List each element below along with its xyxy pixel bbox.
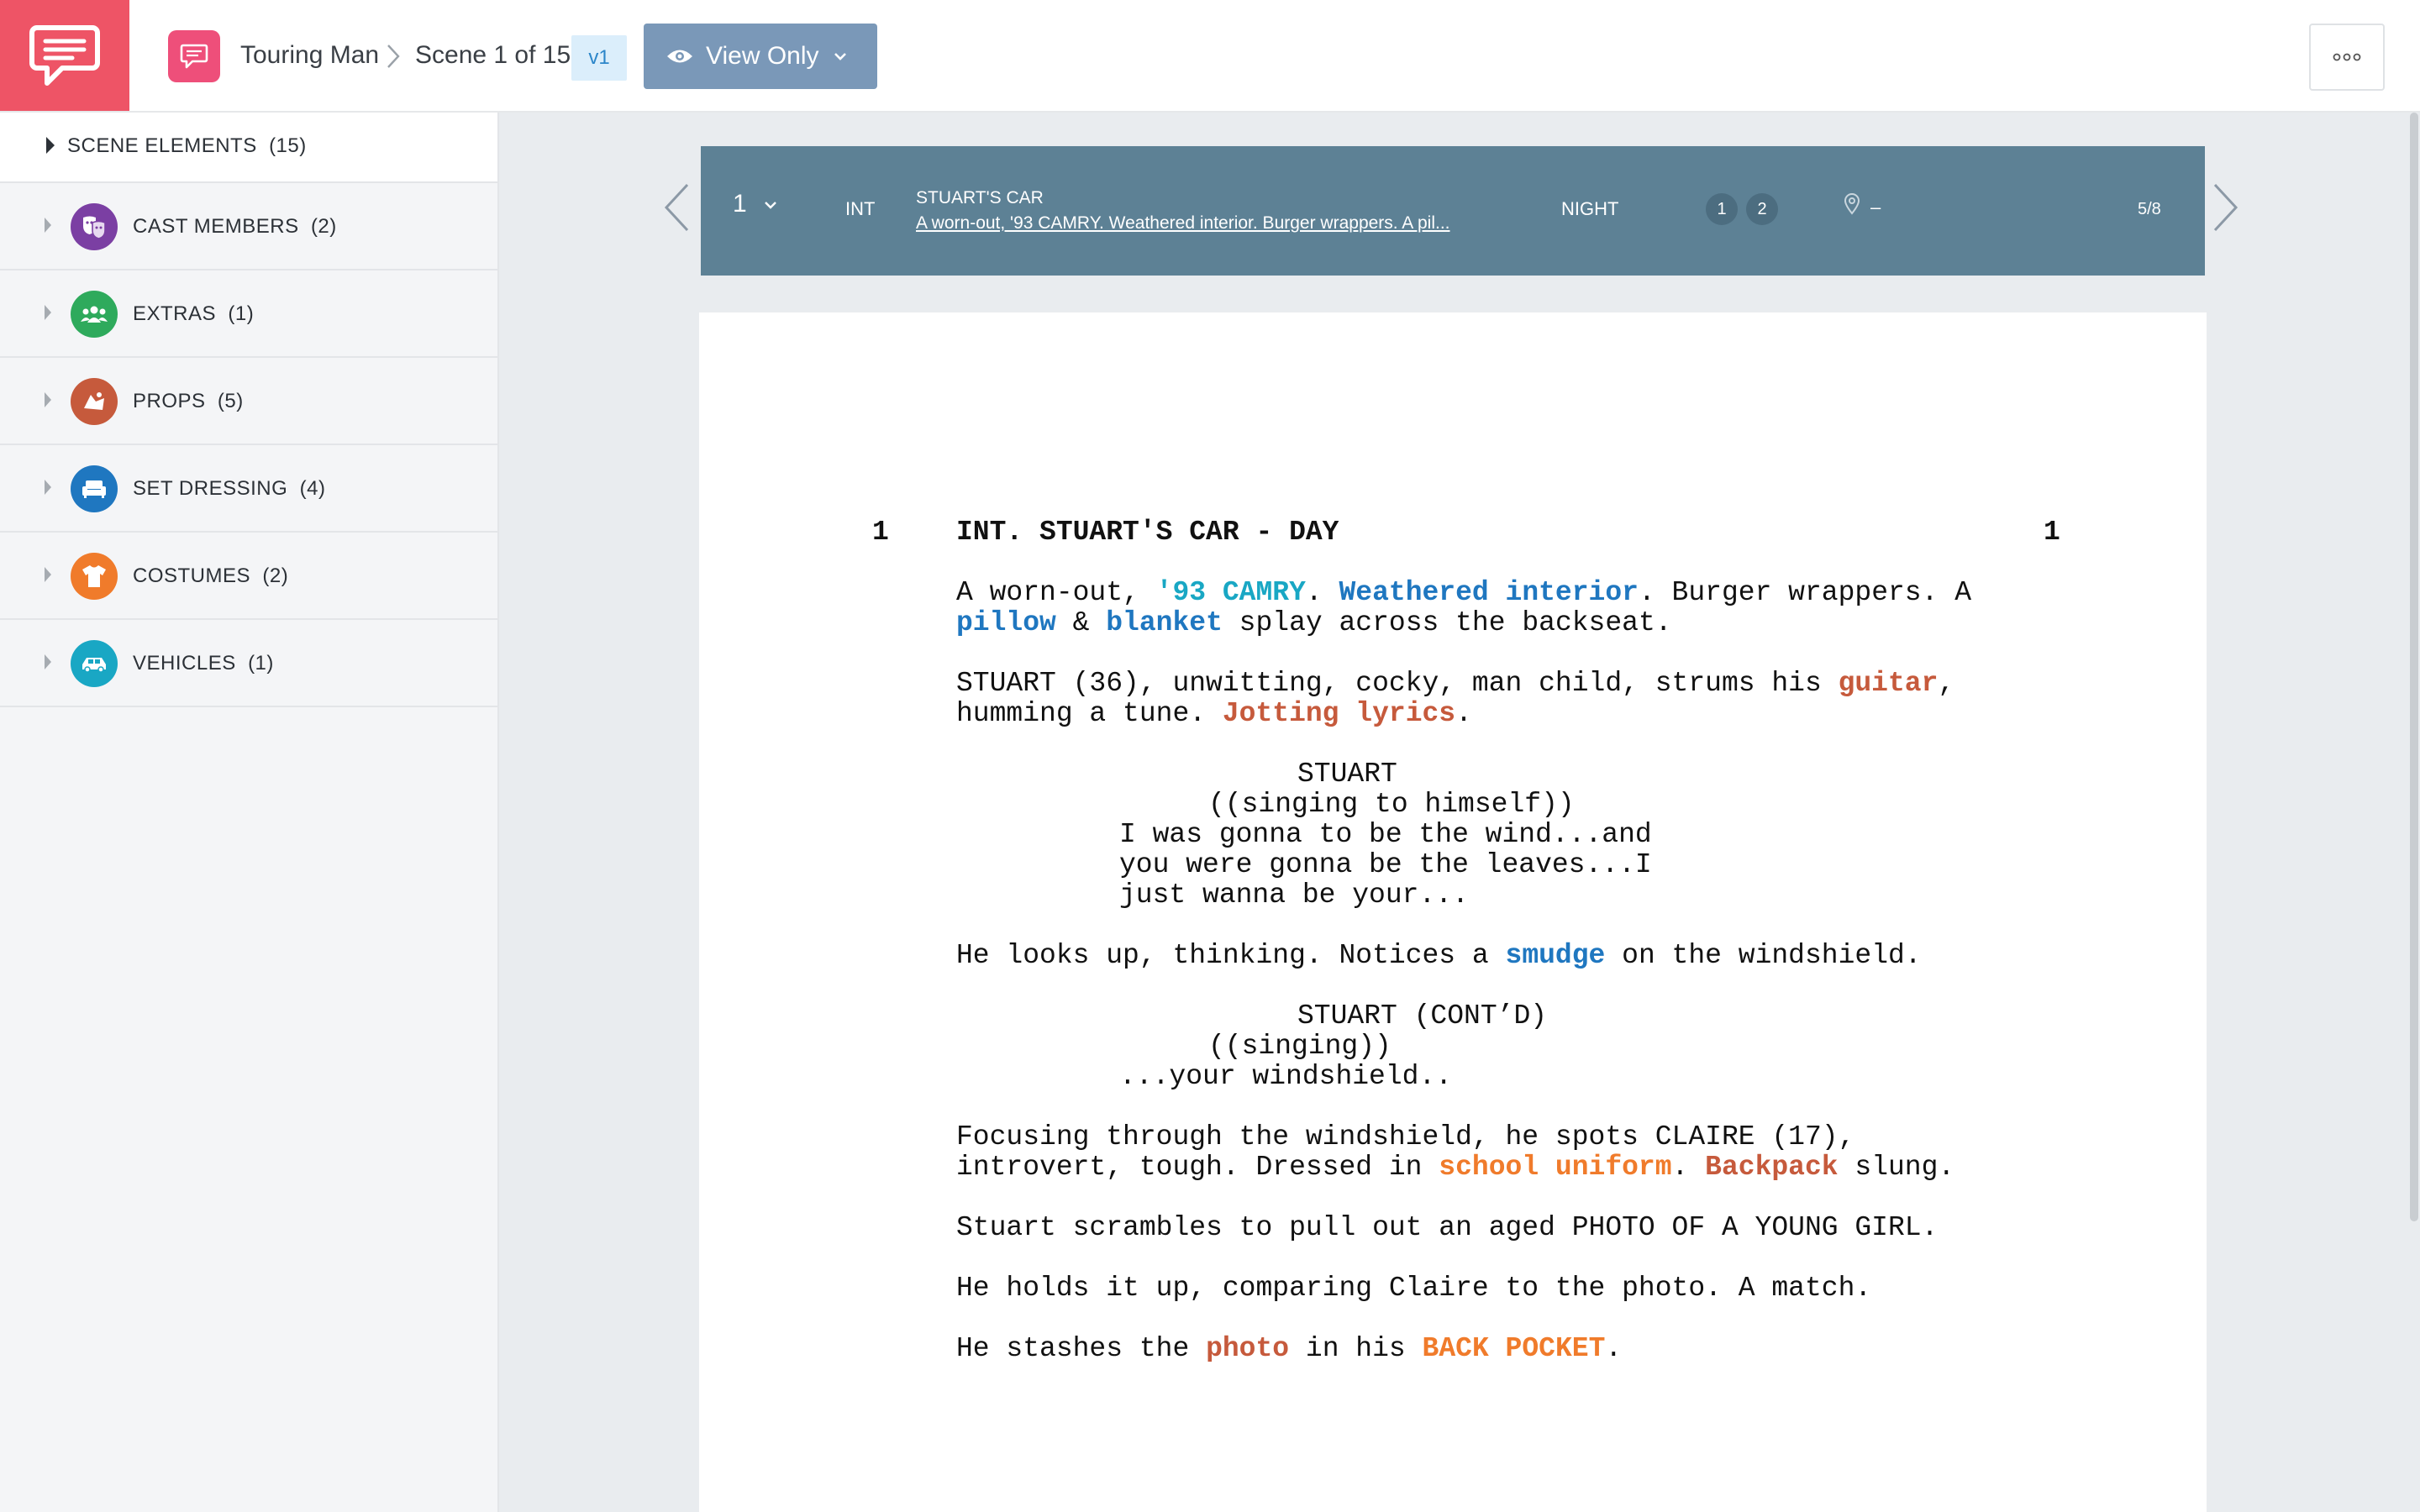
action-line: introvert, tough. Dressed in school unif… [956, 1152, 1955, 1183]
breadcrumb-scene[interactable]: Scene 1 of 15 [415, 39, 571, 72]
action-line: Stuart scrambles to pull out an aged PHO… [956, 1212, 1939, 1243]
category-label: PROPS (5) [133, 390, 244, 412]
time-of-day: NIGHT [1561, 198, 1619, 219]
category-props[interactable]: PROPS (5) [0, 358, 497, 445]
caret-right-icon [45, 392, 51, 407]
vehicle-element[interactable]: '93 CAMRY [1156, 577, 1306, 608]
action-line: He looks up, thinking. Notices a smudge … [956, 940, 1922, 971]
category-label: VEHICLES (1) [133, 652, 274, 675]
prop-element[interactable]: Backpack [1705, 1152, 1838, 1183]
scene-elements-sidebar: SCENE ELEMENTS (15) CAST MEMBERS (2) EXT… [0, 113, 499, 1512]
chat-bubble-icon [180, 44, 208, 69]
chevron-down-icon [834, 53, 846, 60]
category-label: COSTUMES (2) [133, 564, 289, 587]
dialogue-line: I was gonna to be the wind...and [1119, 819, 1652, 850]
scene-elements-header[interactable]: SCENE ELEMENTS (15) [0, 113, 497, 183]
category-label: CAST MEMBERS (2) [133, 215, 337, 238]
action-line: A worn-out, '93 CAMRY. Weathered interio… [956, 577, 1972, 608]
sofa-icon [71, 465, 118, 512]
prop-element[interactable]: Jotting lyrics [1223, 698, 1455, 729]
breadcrumb-chevron-icon [387, 45, 400, 68]
scene-number[interactable]: 1 [733, 190, 747, 218]
action-line: pillow & blanket splay across the backse… [956, 607, 1672, 638]
car-icon [71, 640, 118, 687]
action-line: He stashes the photo in his BACK POCKET. [956, 1333, 1623, 1364]
set-dressing-element[interactable]: blanket [1106, 607, 1223, 638]
project-icon[interactable] [168, 30, 220, 82]
dialogue-line: just wanna be your... [1119, 879, 1469, 911]
scene-elements-title: SCENE ELEMENTS (15) [67, 134, 307, 157]
version-badge[interactable]: v1 [571, 35, 627, 81]
vertical-scrollbar[interactable] [2410, 113, 2418, 1221]
chat-bubble-logo-icon [29, 25, 100, 86]
dialogue-line: ...your windshield.. [1119, 1061, 1453, 1092]
more-options-button[interactable] [2309, 24, 2385, 91]
category-label: SET DRESSING (4) [133, 477, 326, 500]
script-page: 1 INT. STUART'S CAR - DAY 1 A worn-out, … [699, 312, 2207, 1512]
scene-number-right: 1 [2044, 517, 2060, 548]
set-dressing-element[interactable]: pillow [956, 607, 1056, 638]
costume-element[interactable]: BACK POCKET [1423, 1333, 1606, 1364]
set-dressing-element[interactable]: smudge [1506, 940, 1606, 971]
people-group-icon [71, 291, 118, 338]
category-label: EXTRAS (1) [133, 302, 255, 325]
character-cue: STUART [1297, 759, 1397, 790]
props-icon [71, 378, 118, 425]
caret-right-icon [45, 480, 51, 495]
cast-id-badge: 2 [1746, 193, 1778, 225]
set-dressing-element[interactable]: Weathered interior [1339, 577, 1638, 608]
theater-masks-icon [71, 203, 118, 250]
caret-right-icon [45, 567, 51, 582]
more-dots-icon [2333, 53, 2361, 61]
category-costumes[interactable]: COSTUMES (2) [0, 533, 497, 620]
chevron-down-icon[interactable] [763, 200, 778, 210]
page-length: 5/8 [2138, 200, 2161, 218]
location-value: – [1870, 197, 1881, 218]
view-mode-dropdown[interactable]: View Only [644, 24, 877, 89]
scene-strip[interactable]: 1 INT STUART'S CAR A worn-out, '93 CAMRY… [701, 146, 2205, 276]
parenthetical: ((singing to himself)) [1208, 789, 1575, 820]
dialogue-line: you were gonna be the leaves...I [1119, 849, 1652, 880]
view-mode-label: View Only [706, 42, 819, 70]
breadcrumb-project[interactable]: Touring Man [240, 39, 379, 72]
category-extras[interactable]: EXTRAS (1) [0, 270, 497, 358]
scene-description-link[interactable]: A worn-out, '93 CAMRY. Weathered interio… [916, 213, 1538, 234]
parenthetical: ((singing)) [1208, 1031, 1392, 1062]
top-bar: Touring Man Scene 1 of 15 v1 View Only [0, 0, 2420, 113]
prop-element[interactable]: guitar [1839, 668, 1939, 699]
category-vehicles[interactable]: VEHICLES (1) [0, 620, 497, 707]
action-line: Focusing through the windshield, he spot… [956, 1121, 1855, 1152]
costume-element[interactable]: school uniform [1439, 1152, 1671, 1183]
prop-element[interactable]: photo [1206, 1333, 1289, 1364]
caret-right-icon [45, 218, 51, 233]
category-set-dressing[interactable]: SET DRESSING (4) [0, 445, 497, 533]
caret-right-icon [45, 654, 51, 669]
scene-number-left: 1 [872, 517, 889, 548]
action-line: STUART (36), unwitting, cocky, man child… [956, 668, 1955, 699]
shirt-icon [71, 553, 118, 600]
app-logo[interactable] [0, 0, 129, 111]
scene-heading: INT. STUART'S CAR - DAY [956, 517, 1339, 548]
caret-right-icon [46, 137, 55, 154]
next-scene-arrow-icon[interactable] [2212, 181, 2240, 234]
int-ext-label: INT [845, 198, 876, 219]
cast-id-badge: 1 [1706, 193, 1738, 225]
eye-icon [667, 50, 692, 63]
caret-right-icon [45, 305, 51, 320]
action-line: He holds it up, comparing Claire to the … [956, 1273, 1872, 1304]
category-cast-members[interactable]: CAST MEMBERS (2) [0, 183, 497, 270]
location-pin-icon [1844, 193, 1860, 215]
previous-scene-arrow-icon[interactable] [662, 181, 691, 234]
character-cue: STUART (CONT’D) [1297, 1000, 1548, 1032]
set-name: STUART'S CAR [916, 188, 1044, 207]
action-line: humming a tune. Jotting lyrics. [956, 698, 1472, 729]
